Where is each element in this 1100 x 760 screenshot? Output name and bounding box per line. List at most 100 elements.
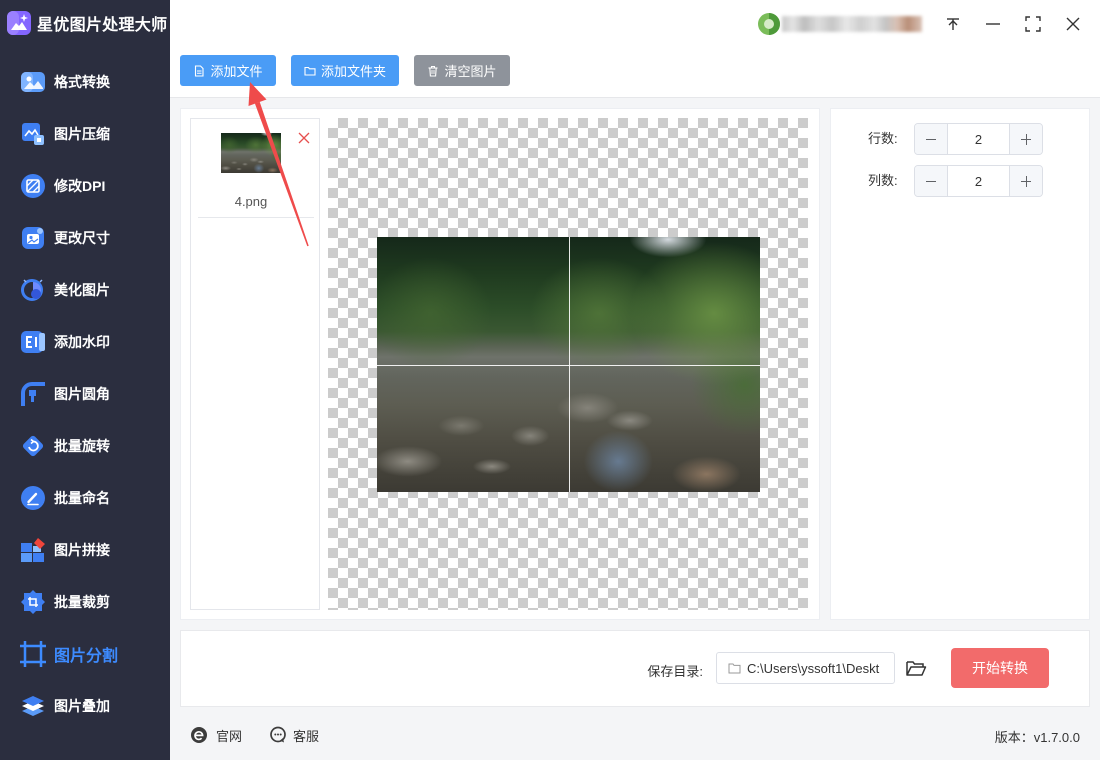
dpi-icon [20, 173, 46, 199]
app-logo-icon [6, 10, 32, 36]
cols-value[interactable]: 2 [948, 166, 1009, 196]
split-line-horizontal [377, 364, 760, 366]
image-preview-canvas [328, 118, 808, 610]
rotate-icon [20, 433, 46, 459]
support-icon [270, 726, 286, 743]
sidebar-item-rename[interactable]: 批量命名 [0, 472, 170, 524]
user-avatar-icon[interactable] [757, 12, 781, 36]
sidebar-nav: 格式转换 图片压缩 修改DPI 更改尺寸 美化图片 添加水印 图片圆角 批量旋转… [0, 56, 170, 732]
sidebar-item-crop[interactable]: 批量裁剪 [0, 576, 170, 628]
sidebar-item-overlay[interactable]: 图片叠加 [0, 680, 170, 732]
sidebar-item-watermark[interactable]: 添加水印 [0, 316, 170, 368]
sidebar-item-rotate[interactable]: 批量旋转 [0, 420, 170, 472]
website-icon [191, 727, 207, 743]
cols-increment-button[interactable] [1009, 166, 1042, 196]
user-name-blurred[interactable] [782, 16, 922, 32]
image-compress-icon [20, 121, 46, 147]
clear-images-label: 清空图片 [444, 64, 497, 79]
toolbar: 添加文件 添加文件夹 清空图片 [180, 55, 510, 86]
rows-value[interactable]: 2 [948, 124, 1009, 154]
app-title: 星优图片处理大师 [37, 17, 168, 34]
save-dir-label: 保存目录: [647, 664, 703, 679]
round-corner-icon [20, 381, 46, 407]
add-file-label: 添加文件 [210, 64, 263, 79]
rename-icon [20, 485, 46, 511]
sidebar-item-label: 图片压缩 [54, 126, 110, 142]
file-list-item[interactable]: 4.png [191, 119, 319, 219]
add-file-button[interactable]: 添加文件 [180, 55, 276, 86]
website-label: 官网 [216, 728, 243, 744]
settings-panel: 行数: 2 列数: 2 [830, 108, 1090, 620]
file-divider [198, 217, 314, 218]
sidebar-item-label: 美化图片 [54, 282, 110, 298]
rows-stepper: 2 [914, 123, 1043, 155]
stitch-icon [20, 537, 46, 563]
crop-icon [20, 589, 46, 615]
sidebar-item-label: 图片拼接 [54, 542, 110, 558]
workspace-panel: 4.png [180, 108, 820, 620]
app-brand: 星优图片处理大师 [6, 9, 167, 37]
close-icon[interactable] [1064, 15, 1082, 33]
clear-images-button[interactable]: 清空图片 [414, 55, 510, 86]
sidebar-item-label: 批量裁剪 [54, 594, 110, 610]
minus-icon [926, 139, 936, 140]
sidebar-item-beautify[interactable]: 美化图片 [0, 264, 170, 316]
split-icon [20, 641, 46, 667]
support-link[interactable]: 客服 [269, 726, 319, 744]
file-icon [195, 64, 205, 77]
sidebar-item-label: 更改尺寸 [54, 230, 110, 246]
minimize-icon[interactable] [984, 15, 1002, 33]
sidebar-item-label: 图片圆角 [54, 386, 110, 402]
sidebar-item-format-convert[interactable]: 格式转换 [0, 56, 170, 108]
sidebar-item-round-corner[interactable]: 图片圆角 [0, 368, 170, 420]
sidebar-item-label: 添加水印 [54, 334, 110, 350]
cols-stepper: 2 [914, 165, 1043, 197]
file-name: 4.png [234, 194, 268, 209]
sidebar-item-label: 图片分割 [54, 648, 119, 665]
sidebar-item-label: 批量旋转 [54, 438, 110, 454]
version-label: 版本：v1.7.0.0 [994, 730, 1080, 745]
sidebar-item-image-compress[interactable]: 图片压缩 [0, 108, 170, 160]
cols-decrement-button[interactable] [915, 166, 948, 196]
sidebar-item-label: 格式转换 [54, 74, 110, 90]
output-panel: 保存目录: C:\Users\yssoft1\Deskt 开始转换 [180, 630, 1090, 707]
split-grid-overlay [377, 237, 760, 492]
open-folder-icon[interactable] [905, 658, 927, 678]
save-dir-value: C:\Users\yssoft1\Deskt [747, 661, 880, 676]
sidebar-item-label: 批量命名 [54, 490, 110, 506]
trash-icon [428, 65, 438, 77]
add-folder-button[interactable]: 添加文件夹 [291, 55, 399, 86]
save-dir-field[interactable]: C:\Users\yssoft1\Deskt [716, 652, 895, 684]
minus-icon [926, 181, 936, 182]
sidebar: 星优图片处理大师 格式转换 图片压缩 修改DPI 更改尺寸 美化图片 添加水印 [0, 0, 170, 760]
sidebar-item-resize[interactable]: 更改尺寸 [0, 212, 170, 264]
format-convert-icon [20, 69, 46, 95]
resize-icon [20, 225, 46, 251]
file-list: 4.png [190, 118, 320, 610]
overlay-icon [20, 693, 46, 719]
remove-icon[interactable] [297, 131, 311, 145]
start-convert-button[interactable]: 开始转换 [951, 648, 1049, 688]
maximize-icon[interactable] [1024, 15, 1042, 33]
beautify-icon [20, 277, 46, 303]
cols-label: 列数: [868, 173, 898, 188]
header: 添加文件 添加文件夹 清空图片 [170, 0, 1100, 98]
pin-icon[interactable] [944, 15, 962, 33]
add-folder-label: 添加文件夹 [320, 64, 386, 79]
support-label: 客服 [293, 728, 320, 744]
website-link[interactable]: 官网 [190, 726, 242, 744]
preview-image [377, 237, 760, 492]
rows-increment-button[interactable] [1009, 124, 1042, 154]
watermark-icon [20, 329, 46, 355]
sidebar-item-stitch[interactable]: 图片拼接 [0, 524, 170, 576]
folder-icon [304, 66, 316, 76]
sidebar-item-dpi[interactable]: 修改DPI [0, 160, 170, 212]
plus-icon-vertical [1025, 176, 1027, 187]
folder-outline-icon [728, 663, 741, 674]
plus-icon-vertical [1025, 134, 1027, 145]
sidebar-item-label: 图片叠加 [54, 698, 110, 714]
file-thumbnail[interactable] [221, 133, 281, 173]
rows-decrement-button[interactable] [915, 124, 948, 154]
sidebar-item-split[interactable]: 图片分割 [0, 628, 170, 680]
sidebar-item-label: 修改DPI [54, 178, 106, 194]
